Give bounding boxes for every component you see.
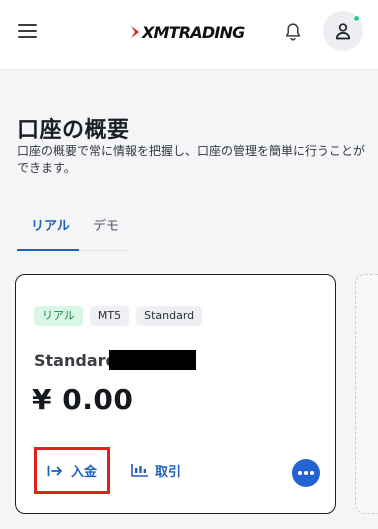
more-dot-icon bbox=[310, 471, 314, 475]
hamburger-menu-icon[interactable] bbox=[18, 23, 37, 39]
badge-platform: MT5 bbox=[89, 306, 130, 326]
page-title: 口座の概要 bbox=[17, 118, 130, 143]
badge-account-type: Standard bbox=[136, 306, 203, 326]
deposit-button[interactable]: 入金 bbox=[34, 447, 110, 494]
deposit-arrow-icon bbox=[47, 465, 62, 476]
more-options-button[interactable] bbox=[292, 459, 320, 487]
redacted-account-number bbox=[109, 350, 196, 370]
brand-logo[interactable]: XMTRADING bbox=[130, 20, 245, 44]
tab-divider bbox=[79, 250, 129, 251]
active-tab-indicator bbox=[17, 249, 79, 251]
logo-mark-icon bbox=[131, 26, 139, 38]
user-icon bbox=[335, 23, 351, 40]
next-account-card-peek[interactable] bbox=[355, 274, 378, 514]
trade-label: 取引 bbox=[155, 464, 182, 480]
bell-icon[interactable] bbox=[282, 21, 304, 43]
tab-real[interactable]: リアル bbox=[17, 205, 79, 249]
account-balance: ¥ 0.00 bbox=[32, 383, 134, 416]
trade-button[interactable]: 取引 bbox=[131, 457, 181, 483]
more-dot-icon bbox=[304, 471, 308, 475]
brand-name: XMTRADING bbox=[142, 22, 245, 42]
online-status-dot bbox=[353, 15, 360, 22]
page-subtitle: 口座の概要で常に情報を把握し、口座の管理を簡単に行うことができます。 bbox=[17, 144, 366, 175]
tab-demo[interactable]: デモ bbox=[79, 205, 129, 249]
app-header: XMTRADING bbox=[0, 0, 378, 70]
more-dot-icon bbox=[298, 471, 302, 475]
deposit-label: 入金 bbox=[70, 465, 97, 480]
user-avatar-button[interactable] bbox=[323, 11, 363, 51]
account-badges: リアル MT5 Standard bbox=[34, 306, 203, 326]
account-card[interactable]: リアル MT5 Standard Standard ¥ 0.00 入金 取引 bbox=[15, 274, 336, 514]
account-name: Standard bbox=[34, 351, 117, 370]
candlestick-chart-icon bbox=[131, 464, 148, 477]
badge-real: リアル bbox=[34, 306, 83, 326]
account-type-tabs: リアル デモ bbox=[17, 205, 129, 251]
